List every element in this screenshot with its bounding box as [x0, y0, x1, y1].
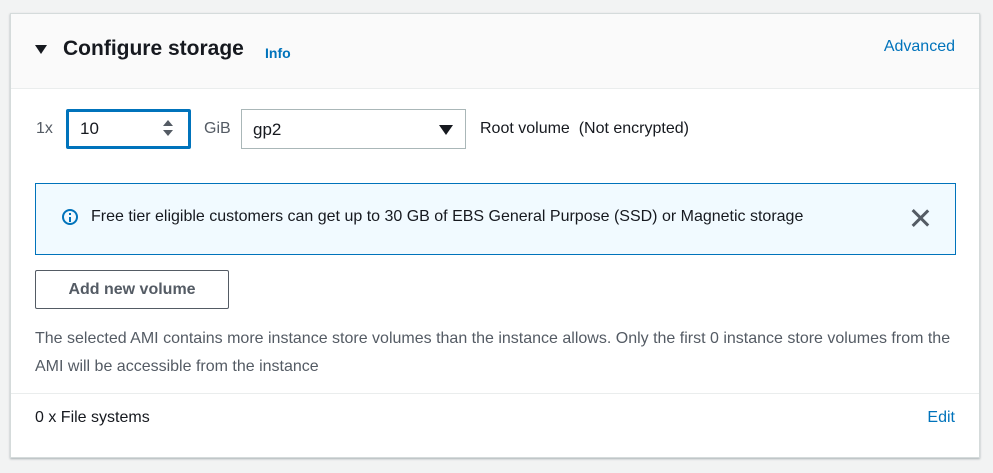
instance-store-note: The selected AMI contains more instance … [35, 330, 951, 375]
free-tier-alert: Free tier eligible customers can get up … [35, 183, 956, 255]
volume-type-select[interactable]: gp2 [241, 109, 466, 149]
info-icon [62, 209, 78, 225]
stepper-up-icon[interactable] [163, 120, 173, 126]
file-systems-label: 0 x File systems [35, 409, 150, 426]
root-volume-label: Root volume (Not encrypted) [480, 120, 689, 137]
panel-title: Configure storage [63, 37, 244, 60]
dropdown-arrow-icon[interactable] [439, 125, 453, 135]
caret-down-icon[interactable] [35, 45, 47, 54]
edit-file-systems-link[interactable]: Edit [927, 409, 955, 427]
divider [11, 393, 979, 394]
panel-header: Configure storage Info Advanced [11, 14, 979, 89]
close-icon[interactable] [911, 209, 929, 227]
volume-row: 1x GiB gp2 Root volume (Not encrypted) [11, 108, 979, 150]
advanced-link[interactable]: Advanced [884, 38, 955, 56]
volume-type-value: gp2 [253, 120, 282, 139]
volume-unit-label: GiB [204, 120, 231, 137]
stepper-icon[interactable] [161, 118, 175, 138]
add-new-volume-button[interactable]: Add new volume [35, 270, 229, 309]
volume-count-label: 1x [36, 120, 53, 137]
info-link[interactable]: Info [265, 45, 291, 61]
stepper-down-icon[interactable] [163, 130, 173, 136]
configure-storage-panel: Configure storage Info Advanced 1x GiB g… [10, 13, 980, 458]
alert-message: Free tier eligible customers can get up … [91, 208, 804, 225]
